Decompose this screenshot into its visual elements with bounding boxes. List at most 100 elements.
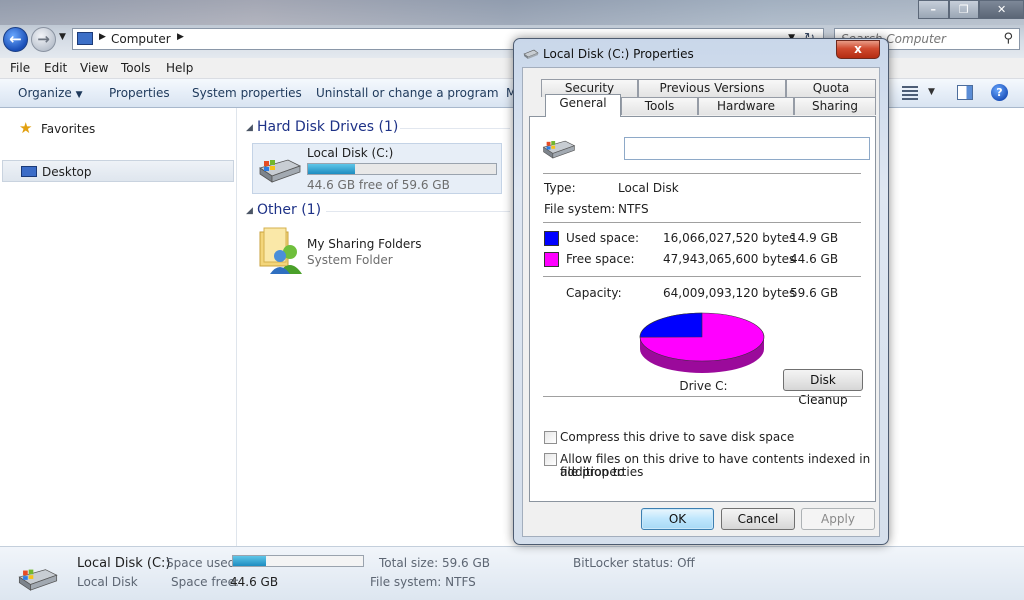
disk-cleanup-button[interactable]: Disk Cleanup <box>783 369 863 407</box>
free-space-swatch <box>544 252 559 267</box>
menu-help[interactable]: Help <box>166 61 193 75</box>
nav-desktop-label: Desktop <box>42 165 92 179</box>
index-checkbox[interactable] <box>544 453 557 466</box>
file-system-value: NTFS <box>618 202 649 216</box>
hard-drive-icon <box>18 569 58 591</box>
forward-button[interactable]: → <box>31 27 56 52</box>
used-space-label: Used space: <box>566 231 640 245</box>
chevron-down-icon: ▼ <box>75 90 83 100</box>
system-properties-button[interactable]: System properties <box>192 86 302 100</box>
apply-button[interactable]: Apply <box>801 508 875 530</box>
status-space-used-label: Space used: <box>166 556 240 570</box>
hard-drive-icon <box>259 159 302 183</box>
recent-pages-dropdown-icon[interactable]: ▼ <box>59 32 66 42</box>
drive-free-text: 44.6 GB free of 59.6 GB <box>307 178 450 192</box>
index-label-line2[interactable]: file properties <box>560 466 643 479</box>
maximize-button[interactable]: ❐ <box>948 0 980 19</box>
tab-quota[interactable]: Quota <box>786 79 876 97</box>
compress-checkbox[interactable] <box>544 431 557 444</box>
menu-file[interactable]: File <box>10 61 30 75</box>
group-divider <box>400 128 510 129</box>
separator <box>543 396 861 397</box>
breadcrumb-arrow-icon[interactable]: ▶ <box>99 32 106 42</box>
breadcrumb-arrow-icon[interactable]: ▶ <box>177 32 184 42</box>
details-pane: Local Disk (C:) Local Disk Space used: S… <box>0 546 1024 600</box>
capacity-label: Capacity: <box>566 286 622 300</box>
status-file-system: File system: NTFS <box>370 575 476 589</box>
group-collapse-icon[interactable]: ◢ <box>246 123 253 133</box>
menu-tools[interactable]: Tools <box>121 61 151 75</box>
desktop-wallpaper-strip <box>0 0 1024 25</box>
type-value: Local Disk <box>618 181 679 195</box>
separator <box>543 276 861 277</box>
used-space-gb: 14.9 GB <box>790 231 839 245</box>
type-label: Type: <box>544 181 576 195</box>
ok-button[interactable]: OK <box>641 508 714 530</box>
view-options-dropdown-icon[interactable]: ▼ <box>928 87 935 97</box>
free-space-bytes: 47,943,065,600 bytes <box>663 252 796 266</box>
preview-pane-icon[interactable] <box>957 85 973 100</box>
dialog-close-button[interactable]: x <box>836 40 880 59</box>
change-view-icon[interactable] <box>902 86 918 100</box>
close-icon: x <box>854 42 862 56</box>
desktop-icon <box>21 166 37 177</box>
capacity-bytes: 64,009,093,120 bytes <box>663 286 796 300</box>
group-title-other[interactable]: Other (1) <box>257 202 321 218</box>
drive-usage-fill <box>308 164 355 174</box>
window-controls: – ❐ ✕ <box>918 0 1024 19</box>
group-collapse-icon[interactable]: ◢ <box>246 206 253 216</box>
nav-item-desktop[interactable]: Desktop <box>2 160 234 182</box>
dialog-body: Security Previous Versions Quota General… <box>522 67 880 537</box>
drive-label-input[interactable] <box>624 137 870 160</box>
breadcrumb-computer[interactable]: Computer <box>111 32 171 46</box>
hard-drive-icon <box>542 140 576 159</box>
drive-tile-local-disk-c[interactable]: Local Disk (C:) 44.6 GB free of 59.6 GB <box>252 143 502 194</box>
computer-icon <box>77 32 93 45</box>
tab-tools[interactable]: Tools <box>621 97 698 115</box>
favorites-star-icon: ★ <box>19 119 33 137</box>
sharing-folder-icon[interactable] <box>258 226 304 276</box>
properties-button[interactable]: Properties <box>109 86 170 100</box>
drive-name: Local Disk (C:) <box>307 146 394 160</box>
search-icon[interactable]: ⚲ <box>1003 31 1013 46</box>
free-space-gb: 44.6 GB <box>790 252 839 266</box>
organize-button[interactable]: Organize ▼ <box>18 86 83 100</box>
tab-previous-versions[interactable]: Previous Versions <box>638 79 786 97</box>
nav-favorites[interactable]: Favorites <box>41 122 95 136</box>
sharing-folder-type: System Folder <box>307 253 393 267</box>
status-drive-type: Local Disk <box>77 575 138 589</box>
menu-edit[interactable]: Edit <box>44 61 67 75</box>
status-usage-bar <box>232 555 364 567</box>
hard-drive-icon <box>523 49 539 59</box>
properties-dialog: Local Disk (C:) Properties x Security Pr… <box>513 38 889 545</box>
sharing-folder-name[interactable]: My Sharing Folders <box>307 237 422 251</box>
minimize-button[interactable]: – <box>918 0 949 19</box>
status-space-free-label: Space free: <box>171 575 240 589</box>
status-drive-name: Local Disk (C:) <box>77 556 171 571</box>
organize-label: Organize <box>18 86 72 100</box>
menu-view[interactable]: View <box>80 61 108 75</box>
status-usage-fill <box>233 556 266 566</box>
general-tab-panel: Type: Local Disk File system: NTFS Used … <box>529 116 876 502</box>
pie-slice-used <box>639 312 703 338</box>
free-space-label: Free space: <box>566 252 635 266</box>
tab-hardware[interactable]: Hardware <box>698 97 794 115</box>
compress-label[interactable]: Compress this drive to save disk space <box>560 431 794 444</box>
uninstall-program-button[interactable]: Uninstall or change a program <box>316 86 499 100</box>
file-system-label: File system: <box>544 202 616 216</box>
help-icon[interactable]: ? <box>991 84 1008 101</box>
tab-sharing[interactable]: Sharing <box>794 97 876 115</box>
status-bitlocker: BitLocker status: Off <box>573 556 695 570</box>
disk-usage-pie-chart <box>639 312 765 373</box>
cancel-button[interactable]: Cancel <box>721 508 795 530</box>
group-title-hard-disk-drives[interactable]: Hard Disk Drives (1) <box>257 119 398 135</box>
drive-usage-bar <box>307 163 497 175</box>
navigation-pane: ★ Favorites Desktop <box>0 108 237 546</box>
status-total-size: Total size: 59.6 GB <box>379 556 491 570</box>
separator <box>543 222 861 223</box>
status-space-free-value: 44.6 GB <box>230 575 279 589</box>
tab-general[interactable]: General <box>545 94 621 117</box>
back-button[interactable]: ← <box>3 27 28 52</box>
window-close-button[interactable]: ✕ <box>979 0 1024 19</box>
separator <box>543 173 861 174</box>
